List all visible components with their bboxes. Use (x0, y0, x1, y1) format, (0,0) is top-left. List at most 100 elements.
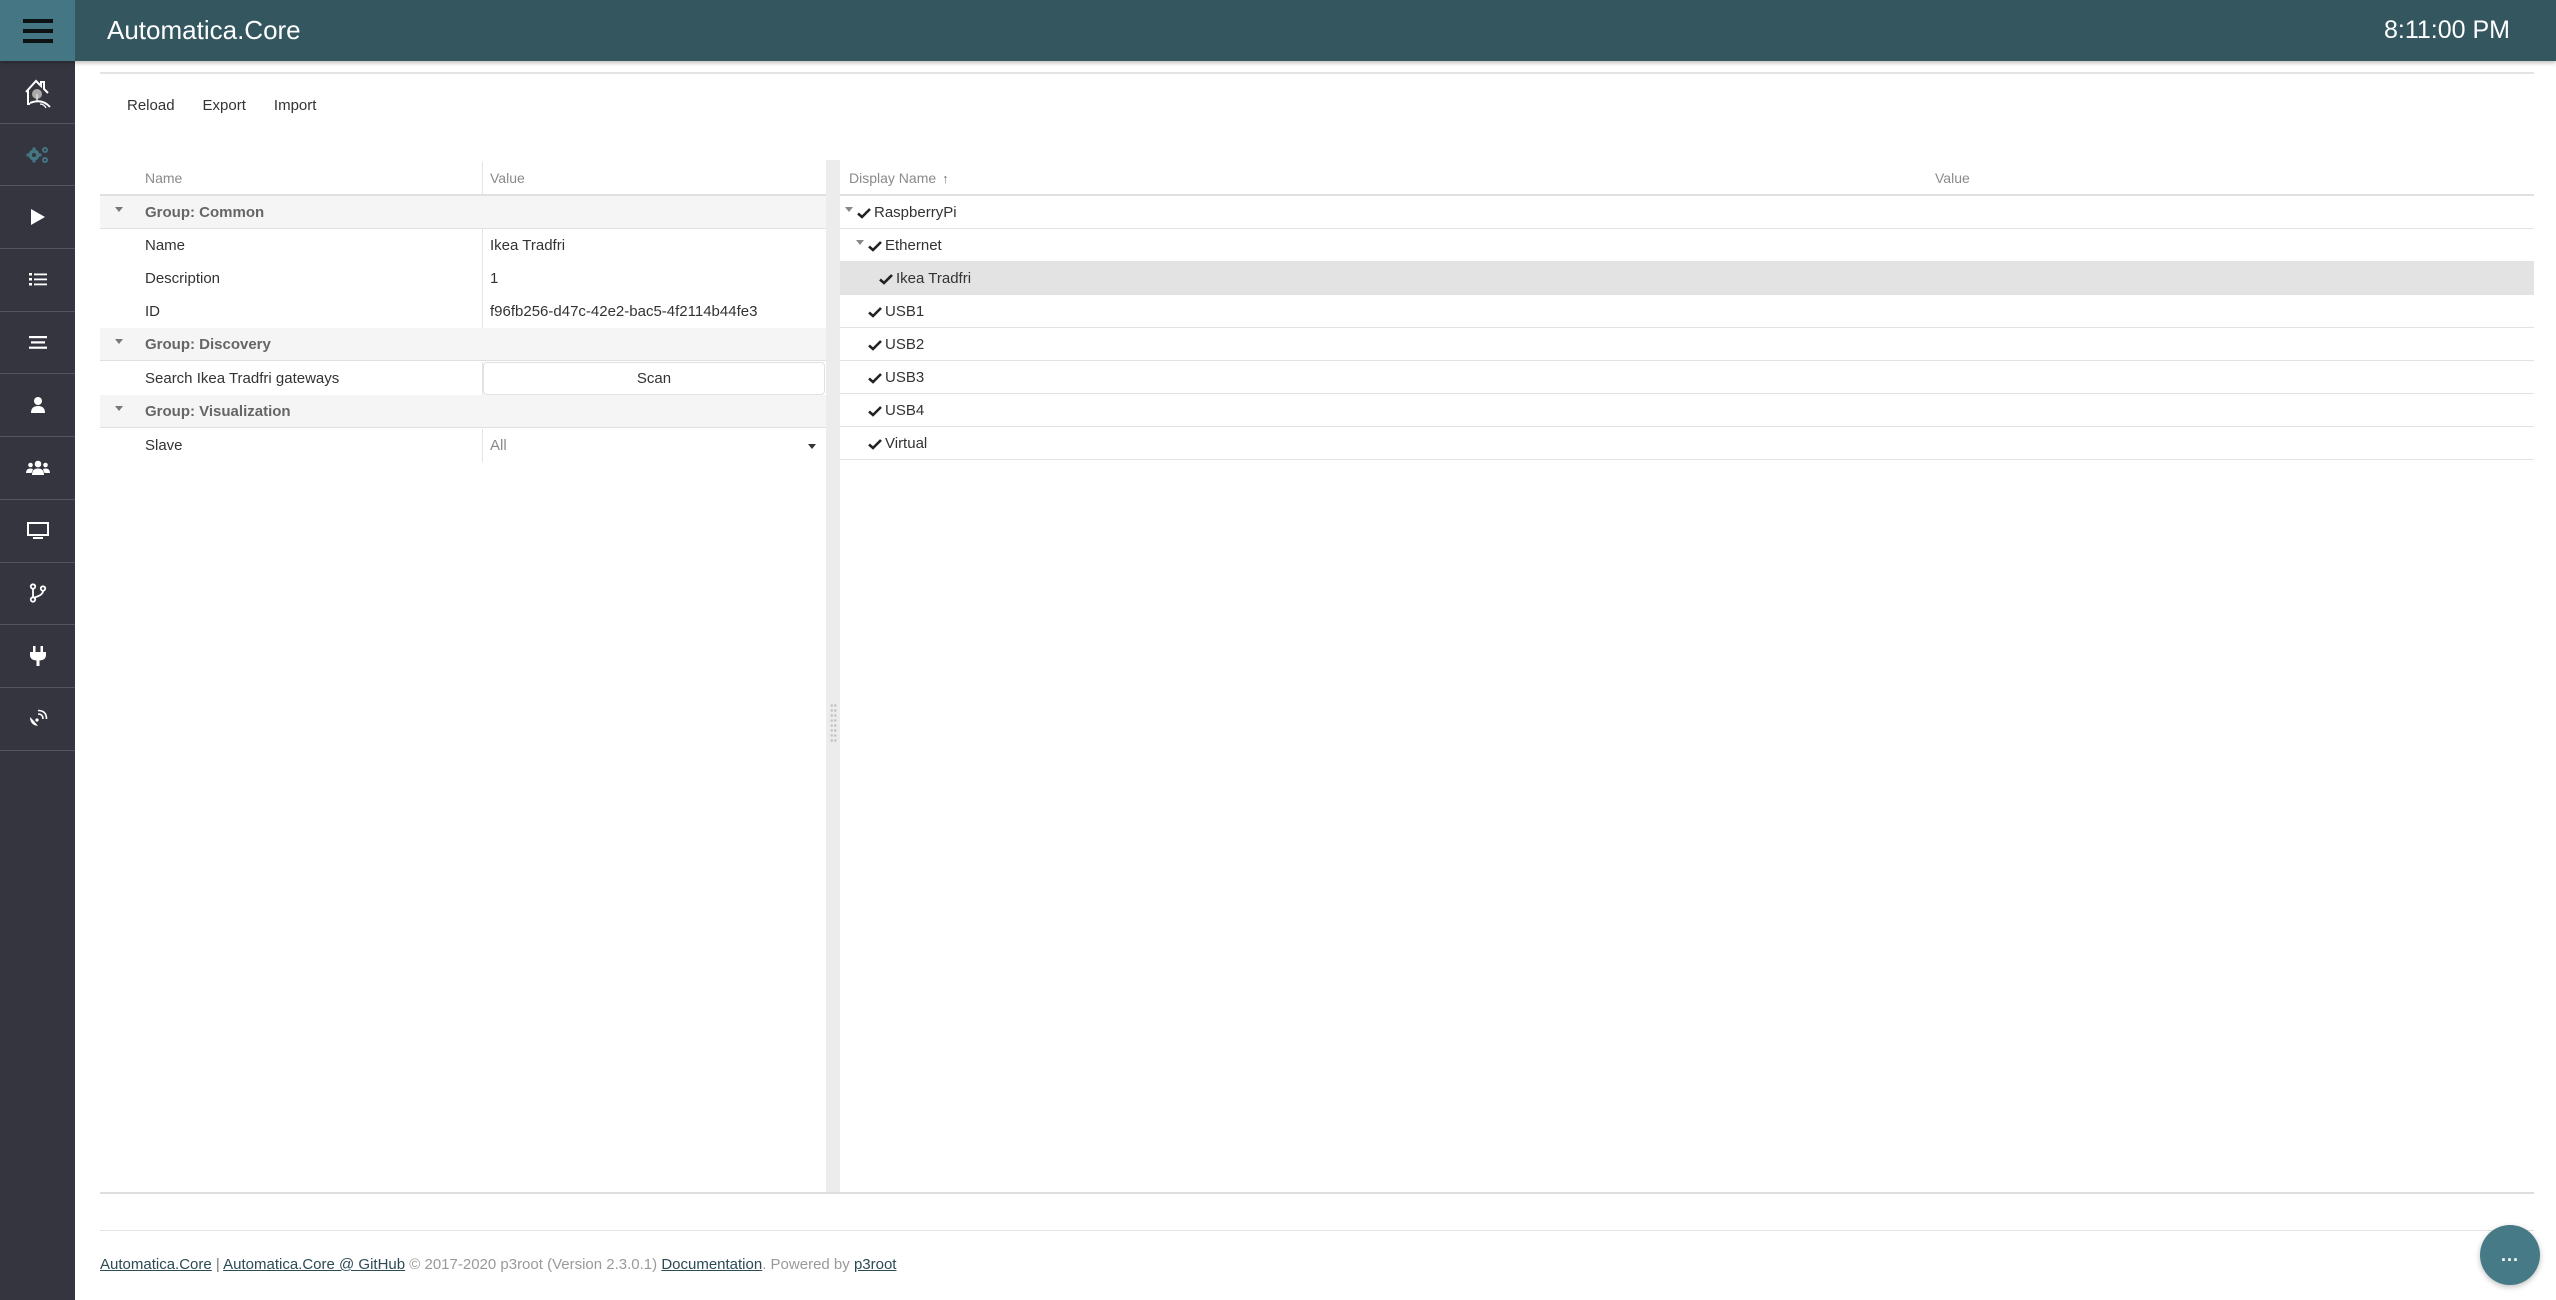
column-divider (482, 429, 483, 462)
toolbar: Reload Export Import (100, 88, 330, 124)
import-button[interactable]: Import (260, 88, 331, 124)
sidebar-item-visualization[interactable] (0, 500, 75, 563)
group-title: Group: Common (145, 204, 265, 221)
column-divider (482, 229, 483, 328)
column-header-display-name[interactable]: Display Name ↑ (849, 160, 949, 194)
collapse-caret-icon[interactable] (113, 196, 125, 229)
tree-row[interactable]: Ikea Tradfri (840, 262, 2534, 295)
tree-row[interactable]: USB2 (840, 328, 2534, 361)
checkmark-icon (857, 196, 871, 229)
footer-separator: | (211, 1256, 224, 1273)
collapse-caret-icon[interactable] (844, 196, 854, 229)
tree-node-label: USB1 (885, 303, 925, 320)
checkmark-icon (868, 295, 882, 328)
sidebar-item-plugins[interactable] (0, 625, 75, 688)
property-row-description: Description 1 (100, 262, 826, 295)
gears-icon (26, 146, 48, 163)
tree-row[interactable]: Ethernet (840, 229, 2534, 262)
dropdown-arrow-icon (808, 444, 816, 449)
sort-ascending-icon: ↑ (942, 171, 949, 186)
property-label: Description (145, 270, 221, 287)
column-header-display-name-label: Display Name (849, 170, 937, 186)
app-header: Automatica.Core 8:11:00 PM (0, 0, 2556, 61)
list-icon (28, 273, 47, 286)
hamburger-icon-line (22, 28, 53, 33)
group-row-common[interactable]: Group: Common (100, 196, 826, 229)
app-title: Automatica.Core (107, 15, 301, 45)
property-row-name: Name Ikea Tradfri (100, 229, 826, 262)
sidebar-item-user[interactable] (0, 374, 75, 438)
slave-select-value: All (490, 437, 507, 454)
property-label: ID (145, 303, 160, 320)
property-value-name[interactable]: Ikea Tradfri (490, 229, 565, 262)
checkmark-icon (868, 229, 882, 262)
group-row-visualization[interactable]: Group: Visualization (100, 395, 826, 428)
monitor-icon (26, 521, 49, 539)
branch-icon (29, 583, 46, 603)
column-divider (482, 362, 483, 395)
footer-divider (100, 1230, 2534, 1231)
column-header-value[interactable]: Value (1935, 160, 1970, 194)
sidebar-item-satellite[interactable] (0, 688, 75, 751)
footer-link-github[interactable]: Automatica.Core @ GitHub (223, 1256, 405, 1273)
sidebar-item-areas[interactable] (0, 312, 75, 375)
checkmark-icon (879, 262, 893, 295)
footer-link-documentation[interactable]: Documentation (661, 1256, 762, 1273)
property-label: Search Ikea Tradfri gateways (145, 370, 340, 387)
property-row-id: ID f96fb256-d47c-42e2-bac5-4f2114b44fe3 (100, 295, 826, 328)
group-title: Group: Discovery (145, 336, 271, 353)
column-divider[interactable] (482, 162, 483, 194)
sidebar-item-configuration[interactable] (0, 124, 75, 187)
sidebar-item-home[interactable] (0, 61, 75, 124)
footer-link-automatica[interactable]: Automatica.Core (100, 1256, 212, 1273)
column-header-name[interactable]: Name (145, 160, 182, 194)
footer-link-p3root[interactable]: p3root (854, 1256, 897, 1273)
tree-node-label: RaspberryPi (874, 204, 957, 221)
play-icon (30, 209, 45, 226)
scan-button[interactable]: Scan (483, 362, 825, 395)
plug-icon (29, 646, 46, 667)
group-title: Group: Visualization (145, 403, 291, 420)
property-value-id: f96fb256-d47c-42e2-bac5-4f2114b44fe3 (490, 303, 758, 320)
satellite-dish-icon (29, 709, 47, 726)
property-row-slave: Slave All (100, 429, 826, 462)
hamburger-icon-line (22, 38, 53, 43)
property-value-description[interactable]: 1 (490, 262, 498, 295)
tree-node-label: Ethernet (885, 237, 942, 254)
tree-row[interactable]: RaspberryPi (840, 196, 2534, 229)
sidebar-item-rules[interactable] (0, 186, 75, 250)
collapse-caret-icon[interactable] (113, 395, 125, 428)
footer-powered-by: . Powered by (762, 1256, 854, 1273)
property-grid: Name Value Group: Common Name Ikea Tradf… (100, 160, 826, 1193)
tree-row[interactable]: USB4 (840, 394, 2534, 427)
grid-bottom-border (100, 1192, 2534, 1194)
reload-button[interactable]: Reload (100, 88, 189, 124)
tree-row[interactable]: USB1 (840, 295, 2534, 328)
sidebar (0, 61, 75, 1300)
align-lines-icon (28, 336, 47, 349)
collapse-caret-icon[interactable] (113, 328, 125, 361)
content-top-divider (100, 72, 2534, 74)
hamburger-menu-button[interactable] (0, 0, 75, 61)
slave-select[interactable]: All (483, 429, 826, 462)
users-icon (25, 460, 50, 475)
more-actions-fab[interactable]: ... (2480, 1225, 2540, 1285)
sidebar-item-logic[interactable] (0, 563, 75, 626)
checkmark-icon (868, 361, 882, 394)
tree-row[interactable]: USB3 (840, 361, 2534, 394)
collapse-caret-icon[interactable] (855, 229, 865, 262)
tree-node-label: USB4 (885, 402, 925, 419)
property-label: Slave (145, 437, 183, 454)
column-header-value[interactable]: Value (490, 160, 525, 194)
tree-row[interactable]: Virtual (840, 427, 2534, 460)
panel-splitter[interactable] (826, 160, 840, 1193)
splitter-grip-icon[interactable] (830, 703, 837, 743)
export-button[interactable]: Export (189, 88, 260, 124)
sidebar-item-groups[interactable] (0, 437, 75, 500)
sidebar-item-categories[interactable] (0, 249, 75, 312)
tree-node-label: Ikea Tradfri (896, 270, 972, 287)
group-row-discovery[interactable]: Group: Discovery (100, 328, 826, 361)
clock: 8:11:00 PM (2383, 16, 2510, 44)
tree-node-label: USB3 (885, 369, 925, 386)
footer: Automatica.Core | Automatica.Core @ GitH… (100, 1256, 896, 1273)
